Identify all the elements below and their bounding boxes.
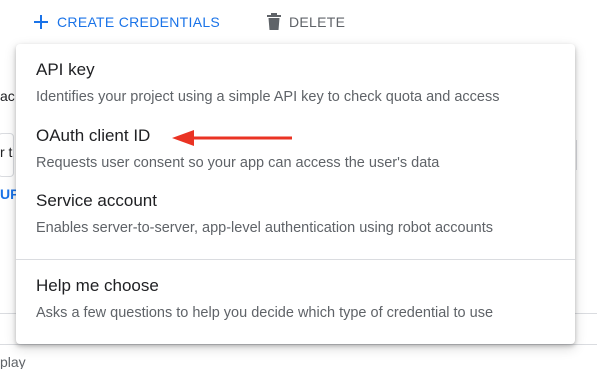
create-credentials-button[interactable]: CREATE CREDENTIALS (33, 10, 220, 34)
menu-item-title: Help me choose (36, 276, 159, 295)
background-divider (0, 344, 597, 345)
plus-icon (33, 14, 49, 30)
menu-item-description: Identifies your project using a simple A… (36, 89, 500, 105)
red-arrow-icon (172, 130, 292, 146)
background-text-fragment: ac (0, 88, 15, 104)
trash-icon (267, 13, 281, 31)
credentials-page: CREATE CREDENTIALS DELETE ac r t UP play… (0, 0, 597, 369)
menu-item-api-key[interactable]: API key Identifies your project using a … (16, 56, 575, 114)
toolbar: CREATE CREDENTIALS DELETE (0, 0, 597, 42)
delete-label: DELETE (289, 14, 346, 30)
background-text-fragment: r t (0, 144, 13, 160)
menu-item-description: Asks a few questions to help you decide … (36, 305, 494, 321)
menu-item-service-account[interactable]: Service account Enables server-to-server… (16, 187, 575, 245)
delete-button[interactable]: DELETE (267, 10, 345, 34)
menu-item-title: OAuth client ID (36, 126, 151, 145)
menu-item-description: Enables server-to-server, app-level auth… (36, 220, 494, 236)
menu-item-help-me-choose[interactable]: Help me choose Asks a few questions to h… (16, 272, 575, 330)
background-field-edge (576, 140, 597, 170)
menu-item-title: API key (36, 60, 95, 79)
create-credentials-label: CREATE CREDENTIALS (57, 14, 221, 30)
menu-item-description: Requests user consent so your app can ac… (36, 155, 440, 171)
create-credentials-menu: API key Identifies your project using a … (16, 44, 575, 344)
menu-item-title: Service account (36, 191, 157, 210)
menu-item-oauth-client-id[interactable]: OAuth client ID Requests user consent so… (16, 122, 575, 180)
background-text-fragment: play (0, 354, 26, 369)
menu-divider (16, 259, 575, 260)
